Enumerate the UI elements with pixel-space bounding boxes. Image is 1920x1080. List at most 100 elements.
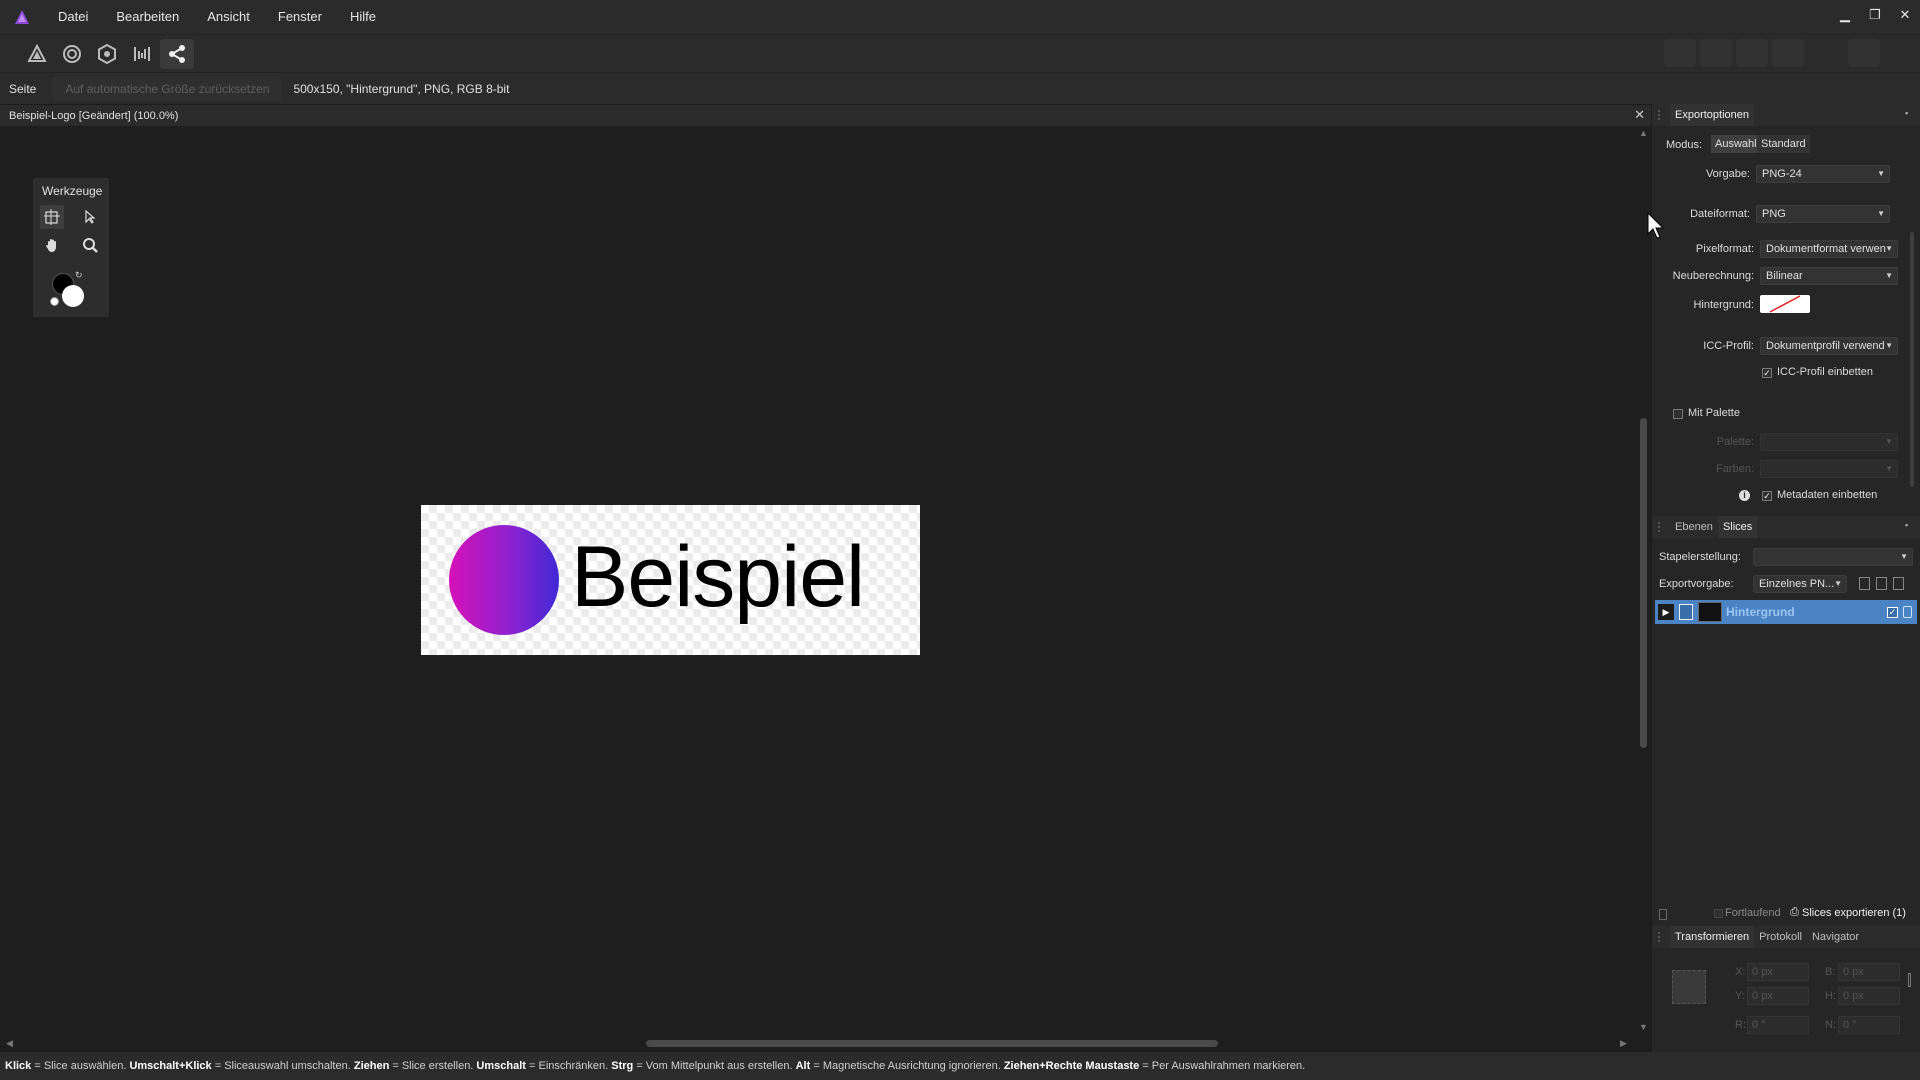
batch-dropdown[interactable]: ▼ (1753, 548, 1913, 566)
restore-icon[interactable]: ❐ (1860, 0, 1890, 30)
slice-export-checkbox[interactable]: ✓ (1887, 606, 1898, 618)
panel-grip-icon[interactable] (1658, 110, 1664, 120)
info-icon[interactable]: i (1739, 490, 1750, 501)
secondary-color-swatch[interactable] (62, 285, 84, 307)
file-format-dropdown[interactable]: PNG ▼ (1756, 205, 1890, 223)
preset-value: PNG-24 (1762, 168, 1802, 180)
mode-label: Modus: (1666, 139, 1703, 151)
export-preset-value: Einzelnes PN... (1759, 578, 1835, 590)
preset-label: Vorgabe: (1705, 168, 1750, 180)
develop-persona-icon[interactable] (90, 39, 124, 69)
menu-bearbeiten[interactable]: Bearbeiten (102, 0, 193, 34)
tab-history[interactable]: Protokoll (1754, 926, 1807, 948)
color-swatches[interactable]: ↻ (50, 270, 84, 309)
disabled-tool-button (1664, 39, 1696, 67)
menu-ansicht[interactable]: Ansicht (193, 0, 264, 34)
page-label[interactable]: Seite (0, 82, 45, 96)
tab-navigator[interactable]: Navigator (1807, 926, 1864, 948)
batch-label: Stapelerstellung: (1659, 551, 1741, 563)
resample-dropdown[interactable]: Bilinear ▼ (1760, 267, 1898, 285)
menu-fenster[interactable]: Fenster (264, 0, 336, 34)
preset-dropdown[interactable]: PNG-24 ▼ (1756, 165, 1890, 183)
background-label: Hintergrund: (1693, 299, 1754, 311)
tab-slices[interactable]: Slices (1717, 516, 1758, 538)
status-key: Strg (611, 1060, 634, 1072)
swap-colors-icon[interactable]: ↻ (75, 270, 83, 281)
menu-hilfe[interactable]: Hilfe (336, 0, 390, 34)
scroll-right-icon[interactable]: ▶ (1620, 1038, 1627, 1049)
delete-preset-icon[interactable] (1876, 577, 1887, 590)
horizontal-scrollbar[interactable]: ◀ ▶ (0, 1036, 1636, 1052)
palette-label: Mit Palette (1688, 407, 1740, 419)
status-text: = Slice auswählen. (31, 1060, 130, 1072)
play-slice-icon[interactable]: ▶ (1658, 604, 1674, 620)
export-persona-icon[interactable] (160, 38, 194, 69)
artwork-slice[interactable]: Beispiel (421, 505, 920, 655)
slice-tool-icon[interactable] (40, 205, 64, 229)
photo-persona-icon[interactable] (20, 39, 54, 69)
export-preset-dropdown[interactable]: Einzelnes PN... ▼ (1753, 575, 1847, 593)
embed-icc-checkbox[interactable]: ✓ (1762, 368, 1772, 378)
tab-layers[interactable]: Ebenen (1670, 516, 1718, 538)
panel-menu-icon[interactable]: ▪ (1905, 520, 1915, 530)
lock-icon[interactable] (1903, 606, 1912, 618)
vertical-scroll-thumb[interactable] (1640, 418, 1647, 748)
continuous-label: Fortlaufend (1725, 907, 1781, 919)
status-text: = Magnetische Ausrichtung ignorieren. (810, 1060, 1004, 1072)
mode-default-button[interactable]: Standard (1757, 135, 1810, 153)
affinity-logo-icon[interactable] (0, 0, 44, 34)
status-text: = Per Auswahlrahmen markieren. (1139, 1060, 1306, 1072)
preset-settings-icon[interactable] (1893, 577, 1904, 590)
panel-grip-icon[interactable] (1658, 932, 1664, 942)
palette-dropdown: ▼ (1760, 433, 1898, 451)
disabled-tool-button (1700, 39, 1732, 67)
transform-panel-header: Transformieren Protokoll Navigator (1652, 926, 1920, 948)
export-panel-scrollbar[interactable] (1910, 232, 1914, 487)
reset-colors-icon[interactable] (50, 297, 59, 306)
continuous-checkbox[interactable] (1714, 909, 1723, 918)
slice-row-hintergrund[interactable]: ▶ Hintergrund ✓ (1655, 600, 1917, 624)
icc-profile-value: Dokumentprofil verwend (1766, 340, 1885, 352)
vertical-scrollbar[interactable]: ▲ ▼ (1636, 126, 1651, 1036)
height-field: 0 px (1838, 987, 1900, 1005)
context-toolbar: Seite Auf automatische Größe zurücksetze… (0, 72, 1920, 104)
horizontal-scroll-thumb[interactable] (646, 1040, 1218, 1047)
liquify-persona-icon[interactable] (55, 39, 89, 69)
minimize-icon[interactable]: ▁ (1830, 0, 1860, 30)
chevron-down-icon: ▼ (1885, 271, 1893, 280)
link-icon[interactable] (1908, 973, 1911, 987)
close-document-icon[interactable]: ✕ (1634, 107, 1645, 123)
trash-icon[interactable] (1659, 909, 1667, 920)
embed-metadata-label: Metadaten einbetten (1777, 489, 1878, 501)
panel-menu-icon[interactable]: ▪ (1905, 108, 1915, 118)
mouse-cursor-icon (1647, 211, 1667, 243)
hand-tool-icon[interactable] (40, 233, 64, 257)
status-key: Alt (795, 1060, 811, 1072)
panel-grip-icon[interactable] (1658, 522, 1664, 532)
close-window-icon[interactable]: ✕ (1890, 0, 1920, 30)
scroll-left-icon[interactable]: ◀ (6, 1038, 13, 1049)
background-color-swatch[interactable] (1760, 295, 1810, 313)
tone-mapping-persona-icon[interactable] (125, 39, 159, 69)
slice-select-tool-icon[interactable] (78, 205, 102, 229)
window-controls: ▁ ❐ ✕ (1830, 0, 1920, 30)
logo-circle (449, 525, 559, 635)
slice-name[interactable]: Hintergrund (1726, 605, 1795, 619)
reset-size-button: Auf automatische Größe zurücksetzen (53, 76, 282, 101)
export-slices-button[interactable]: Slices exportieren (1) (1802, 907, 1906, 919)
embed-metadata-checkbox[interactable]: ✓ (1762, 491, 1772, 501)
scroll-up-icon[interactable]: ▲ (1639, 128, 1648, 138)
scroll-down-icon[interactable]: ▼ (1639, 1022, 1648, 1032)
document-tab[interactable]: Beispiel-Logo [Geändert] (100.0%) ✕ (0, 104, 1651, 126)
tab-transform[interactable]: Transformieren (1670, 926, 1755, 948)
menu-datei[interactable]: Datei (44, 0, 102, 34)
copy-preset-icon[interactable] (1859, 577, 1870, 590)
palette-checkbox[interactable] (1673, 409, 1683, 419)
status-text: = Sliceauswahl umschalten. (211, 1060, 354, 1072)
zoom-tool-icon[interactable] (78, 233, 102, 257)
status-key: Ziehen (353, 1060, 390, 1072)
tab-export-options[interactable]: Exportoptionen (1670, 104, 1754, 126)
mode-selection-button[interactable]: Auswahl (1711, 135, 1761, 153)
icc-profile-dropdown[interactable]: Dokumentprofil verwend ▼ (1760, 337, 1898, 355)
pixel-format-dropdown[interactable]: Dokumentformat verwen ▼ (1760, 240, 1898, 258)
